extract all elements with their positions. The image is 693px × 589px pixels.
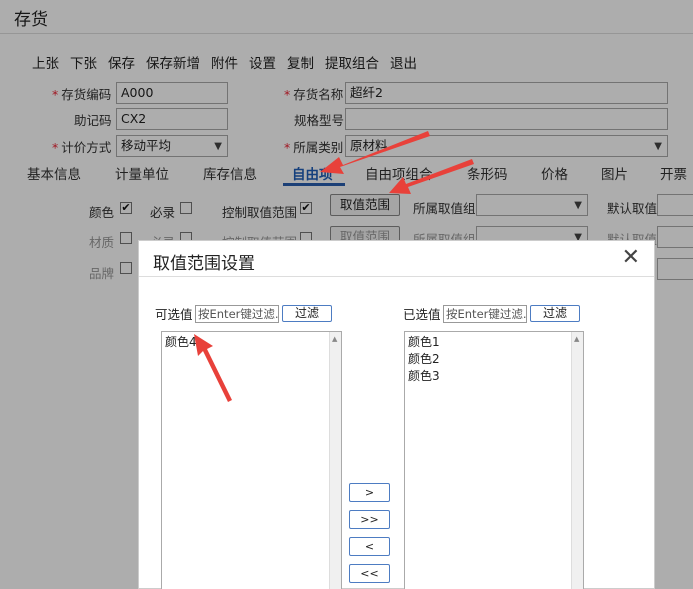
scroll-up-icon[interactable]: ▲ bbox=[574, 335, 579, 343]
move-all-right-button[interactable]: >> bbox=[349, 510, 390, 529]
available-filter-button[interactable]: 过滤 bbox=[282, 305, 332, 322]
selected-filter-input[interactable]: 按Enter键过滤. bbox=[443, 305, 527, 323]
close-icon[interactable]: ✕ bbox=[622, 245, 640, 270]
dialog-divider bbox=[139, 276, 654, 277]
scroll-up-icon[interactable]: ▲ bbox=[332, 335, 337, 343]
available-filter-input[interactable]: 按Enter键过滤. bbox=[195, 305, 279, 323]
value-range-dialog: 取值范围设置 ✕ 可选值 按Enter键过滤. 过滤 颜色4 ▲ > >> < … bbox=[138, 240, 655, 589]
selected-filter-button[interactable]: 过滤 bbox=[530, 305, 580, 322]
available-label: 可选值 bbox=[155, 307, 193, 322]
available-list[interactable]: 颜色4 ▲ bbox=[161, 331, 342, 589]
move-right-button[interactable]: > bbox=[349, 483, 390, 502]
dialog-title: 取值范围设置 bbox=[153, 254, 255, 274]
selected-list-item[interactable]: 颜色3 bbox=[408, 368, 440, 385]
selected-list-item[interactable]: 颜色2 bbox=[408, 351, 440, 368]
selected-list[interactable]: 颜色1 颜色2 颜色3 ▲ bbox=[404, 331, 584, 589]
move-all-left-button[interactable]: << bbox=[349, 564, 390, 583]
selected-label: 已选值 bbox=[403, 307, 441, 322]
available-scrollbar[interactable]: ▲ bbox=[329, 332, 341, 589]
move-left-button[interactable]: < bbox=[349, 537, 390, 556]
selected-scrollbar[interactable]: ▲ bbox=[571, 332, 583, 589]
selected-list-item[interactable]: 颜色1 bbox=[408, 334, 440, 351]
available-list-item[interactable]: 颜色4 bbox=[165, 334, 197, 351]
